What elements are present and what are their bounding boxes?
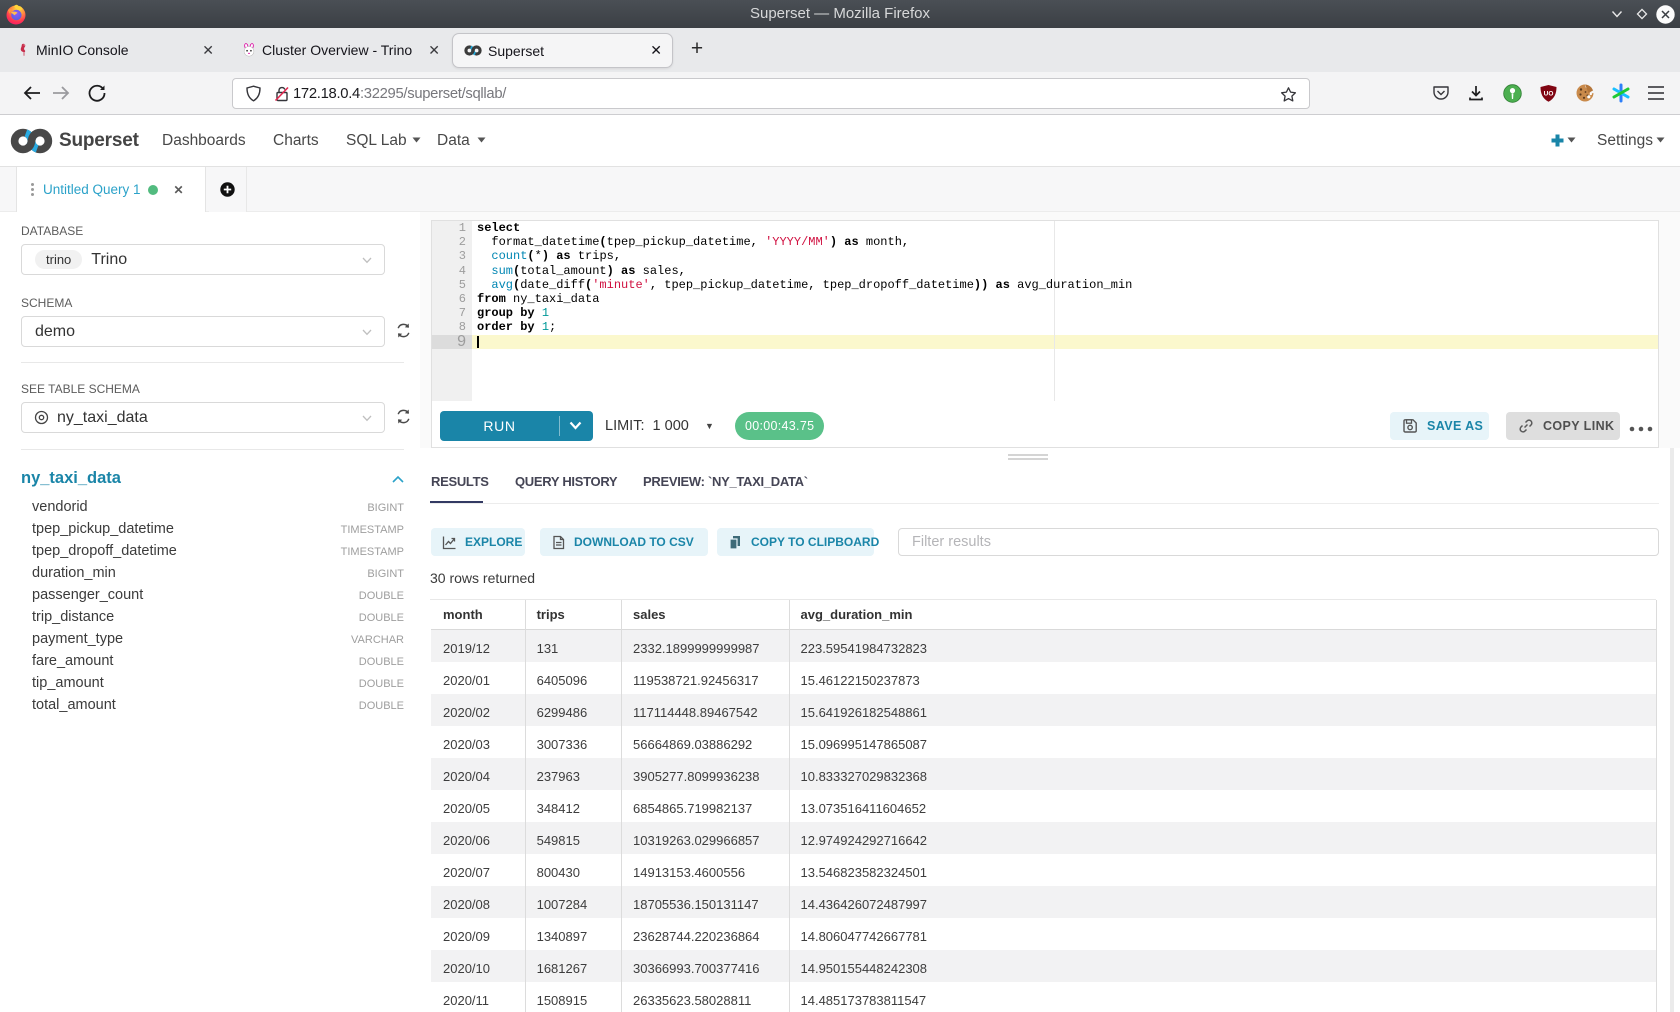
svg-text:UO: UO: [1544, 91, 1554, 98]
